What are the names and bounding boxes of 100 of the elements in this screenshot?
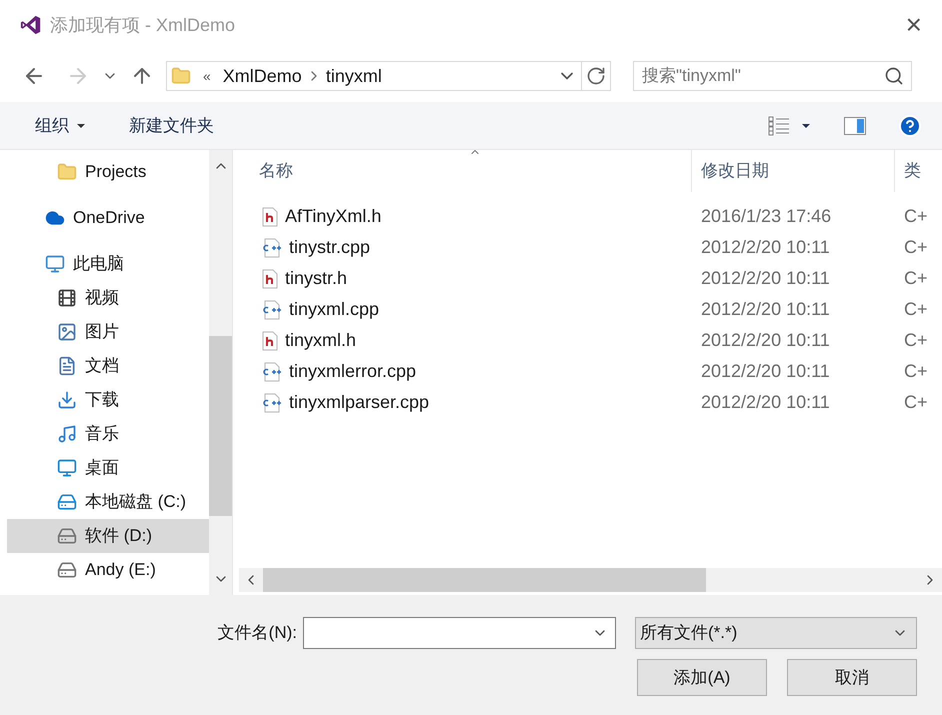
- computer-icon: [45, 254, 65, 274]
- sidebar-label: 桌面: [85, 457, 119, 480]
- sidebar-label: Andy (E:): [85, 559, 156, 582]
- header-file-icon: [262, 268, 278, 288]
- help-icon[interactable]: [898, 114, 922, 138]
- drive-icon: [57, 526, 77, 546]
- close-button[interactable]: ×: [906, 11, 922, 39]
- type-cell-text: C+: [903, 329, 928, 352]
- file-name-cell[interactable]: tinyxml.cpp: [239, 296, 692, 323]
- filename-label: 文件名(N):: [218, 622, 297, 644]
- sidebar-label: Projects: [85, 161, 146, 184]
- cpp-file-icon: [262, 392, 282, 412]
- file-name-cell[interactable]: tinyxmlerror.cpp: [239, 358, 692, 385]
- breadcrumb-item[interactable]: XmlDemo: [222, 62, 302, 90]
- file-name: tinyxml.h: [285, 329, 356, 352]
- date-cell-text: 2012/2/20 10:11: [700, 267, 831, 290]
- sidebar-label: 软件 (D:): [85, 525, 152, 548]
- date-cell-text: 2012/2/20 10:11: [700, 391, 831, 414]
- type-cell-text: C+: [903, 267, 928, 290]
- sidebar-item[interactable]: 本地磁盘 (C:): [7, 485, 209, 519]
- file-name-cell[interactable]: tinystr.h: [239, 265, 692, 292]
- folder-icon: [57, 162, 77, 182]
- caret-icon: [77, 124, 85, 128]
- sidebar-label: 此电脑: [73, 253, 124, 276]
- document-icon: [57, 356, 77, 376]
- desktop-icon: [57, 458, 77, 478]
- sidebar-label: 文档: [85, 355, 119, 378]
- view-list-icon[interactable]: [768, 116, 790, 136]
- sidebar-label: OneDrive: [73, 207, 145, 230]
- system-drive-icon: [57, 492, 77, 512]
- column-header[interactable]: 类: [895, 150, 942, 192]
- download-icon: [57, 390, 77, 410]
- type-cell-text: C+: [903, 298, 928, 321]
- search-icon: [884, 66, 904, 86]
- date-cell-text: 2012/2/20 10:11: [700, 236, 831, 259]
- date-cell-text: 2016/1/23 17:46: [700, 205, 832, 228]
- folder-icon: [171, 66, 191, 86]
- file-name: tinystr.h: [285, 267, 348, 290]
- sidebar-item[interactable]: 桌面: [7, 451, 209, 485]
- app-logo-icon: [20, 14, 42, 36]
- type-cell-text: C+: [903, 236, 928, 259]
- date-cell-text: 2012/2/20 10:11: [700, 360, 831, 383]
- header-file-icon: [262, 206, 278, 226]
- file-name: tinyxmlerror.cpp: [289, 360, 416, 383]
- type-cell-text: C+: [903, 391, 928, 414]
- sidebar-item[interactable]: 视频: [7, 281, 209, 315]
- new-folder-button[interactable]: 新建文件夹: [129, 112, 214, 138]
- preview-pane-icon[interactable]: [844, 116, 866, 134]
- sidebar-item[interactable]: 此电脑: [7, 247, 209, 281]
- sidebar-label: 图片: [85, 321, 119, 344]
- cpp-file-icon: [262, 238, 282, 258]
- cancel-button[interactable]: 取消: [787, 659, 917, 696]
- picture-icon: [57, 322, 77, 342]
- breadcrumb-prefix: «: [203, 66, 211, 86]
- sidebar-label: 下载: [85, 389, 119, 412]
- music-note-icon: [57, 424, 77, 444]
- cpp-file-icon: [262, 300, 282, 320]
- sidebar-item[interactable]: 软件 (D:): [7, 519, 209, 553]
- sidebar-item[interactable]: Andy (E:): [7, 553, 209, 587]
- header-file-icon: [262, 330, 278, 350]
- type-cell-text: C+: [903, 205, 928, 228]
- date-cell-text: 2012/2/20 10:11: [700, 329, 831, 352]
- scrollbar-thumb[interactable]: [209, 336, 232, 516]
- file-name-cell[interactable]: tinystr.cpp: [239, 234, 692, 261]
- filename-field[interactable]: [303, 617, 616, 649]
- file-name-cell[interactable]: tinyxmlparser.cpp: [239, 389, 692, 416]
- sidebar-item[interactable]: 下载: [7, 383, 209, 417]
- refresh-icon[interactable]: [586, 66, 606, 86]
- vertical-scrollbar[interactable]: [209, 150, 232, 595]
- file-type-value: 所有文件(*.*): [640, 622, 738, 644]
- file-type-dropdown[interactable]: 所有文件(*.*): [635, 617, 917, 649]
- organize-menu[interactable]: 组织: [35, 112, 85, 138]
- file-name: tinyxml.cpp: [289, 298, 380, 321]
- column-header[interactable]: 修改日期: [692, 150, 895, 192]
- address-bar[interactable]: « XmlDemo tinyxml: [166, 61, 611, 91]
- file-name-cell[interactable]: AfTinyXml.h: [239, 203, 692, 230]
- sidebar-item[interactable]: 文档: [7, 349, 209, 383]
- file-name: AfTinyXml.h: [285, 205, 382, 228]
- date-cell-text: 2012/2/20 10:11: [700, 298, 831, 321]
- breadcrumb-item[interactable]: tinyxml: [326, 62, 382, 90]
- file-name: tinyxmlparser.cpp: [289, 391, 430, 414]
- cpp-file-icon: [262, 362, 282, 382]
- window-title: 添加现有项 - XmlDemo: [50, 14, 236, 36]
- sidebar-label: 视频: [85, 287, 119, 310]
- sidebar-item[interactable]: Projects: [7, 155, 209, 189]
- add-button[interactable]: 添加(A): [637, 659, 767, 696]
- sidebar-item[interactable]: 图片: [7, 315, 209, 349]
- horizontal-scrollbar[interactable]: [239, 568, 942, 592]
- film-icon: [57, 288, 77, 308]
- sidebar-item[interactable]: 音乐: [7, 417, 209, 451]
- sidebar-label: 本地磁盘 (C:): [85, 491, 186, 514]
- drive-icon: [57, 560, 77, 580]
- column-header[interactable]: 名称: [239, 150, 692, 192]
- caret-icon[interactable]: [802, 124, 810, 128]
- scrollbar-thumb[interactable]: [263, 568, 706, 592]
- sidebar-item[interactable]: OneDrive: [7, 201, 209, 235]
- sidebar-label: 音乐: [85, 423, 119, 446]
- file-name-cell[interactable]: tinyxml.h: [239, 327, 692, 354]
- type-cell-text: C+: [903, 360, 928, 383]
- search-field[interactable]: 搜索"tinyxml": [633, 61, 912, 91]
